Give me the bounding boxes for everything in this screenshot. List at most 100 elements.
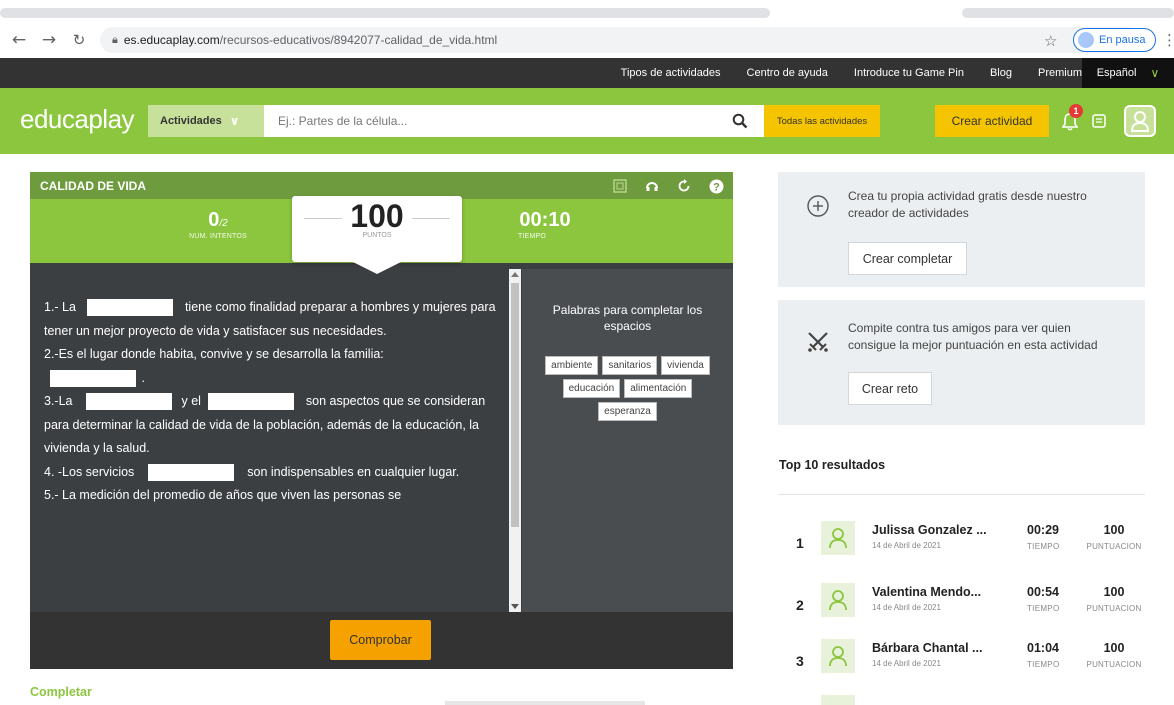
create-challenge-button[interactable]: Crear reto (848, 372, 932, 405)
browser-menu-icon[interactable]: ⋮ (1162, 31, 1174, 49)
plus-circle-icon (806, 194, 830, 218)
back-arrow-icon[interactable]: ← (8, 30, 30, 50)
browser-toolbar: ← → ↻ 🔒︎ es.educaplay.com/recursos-educa… (0, 22, 1174, 58)
create-activity-button[interactable]: Crear actividad (935, 105, 1049, 137)
blank-input-1[interactable] (87, 299, 174, 317)
result-avatar (821, 521, 855, 555)
result-score: 100 (1103, 641, 1125, 655)
bookmark-star-icon[interactable]: ☆ (1044, 32, 1057, 50)
restart-icon[interactable] (675, 177, 693, 195)
tab-strip-bar (962, 8, 1174, 18)
help-icon[interactable]: ? (707, 177, 725, 195)
top-link-tipos[interactable]: Tipos de actividades (621, 67, 721, 79)
user-icon (829, 646, 847, 667)
sound-icon[interactable] (643, 177, 661, 195)
language-label: Español (1096, 67, 1137, 79)
result-avatar (821, 583, 855, 617)
points-divider (412, 218, 450, 219)
browser-tab-strip (0, 0, 1174, 22)
word-chip[interactable]: esperanza (598, 402, 657, 421)
result-row[interactable]: 1 Julissa Gonzalez ... 14 de Abril de 20… (778, 519, 1145, 567)
attempts-max: /2 (219, 218, 228, 229)
result-score-label: PUNTUACION (1086, 660, 1142, 669)
scroll-down-arrow-icon[interactable] (511, 604, 519, 609)
top-link-premium[interactable]: Premium (1038, 67, 1082, 79)
all-activities-label: Todas las actividades (776, 115, 868, 127)
top-link-blog[interactable]: Blog (990, 67, 1012, 79)
q4-text-a: 4. -Los servicios (44, 464, 135, 479)
result-score: 100 (1103, 523, 1125, 537)
top-links: Tipos de actividades Centro de ayuda Int… (621, 58, 1082, 88)
time-value: 00:10 (519, 209, 571, 231)
reload-icon[interactable]: ↻ (68, 31, 90, 49)
q3-text-a: 3.-La (44, 394, 73, 408)
word-chip[interactable]: vivienda (661, 356, 710, 375)
svg-text:?: ? (713, 181, 720, 193)
question-scrollbar[interactable] (509, 269, 521, 612)
points-divider (304, 218, 342, 219)
word-chip[interactable]: sanitarios (602, 356, 658, 375)
points-card: 100 PUNTOS (292, 196, 462, 262)
points-label: PUNTOS (362, 232, 392, 239)
top-link-game-pin[interactable]: Introduce tu Game Pin (854, 67, 964, 79)
user-avatar[interactable] (1124, 105, 1156, 137)
top-results-title: Top 10 resultados (779, 458, 886, 472)
blank-input-5[interactable] (147, 463, 234, 481)
word-chip[interactable]: alimentación (624, 379, 693, 398)
word-chip[interactable]: educación (562, 379, 621, 398)
activity-type-label[interactable]: Completar (30, 685, 92, 699)
profile-button[interactable]: En pausa (1073, 28, 1157, 52)
scroll-up-arrow-icon[interactable] (511, 272, 519, 277)
blank-input-3[interactable] (85, 393, 172, 411)
profile-avatar-icon (1078, 32, 1094, 48)
site-top-bar: Tipos de actividades Centro de ayuda Int… (0, 58, 1174, 88)
result-rank: 2 (796, 597, 804, 613)
educaplay-logo[interactable]: educaplay (20, 104, 135, 135)
result-name: Valentina Mendo... (872, 585, 982, 599)
search-input[interactable]: Ej.: Partes de la célula... (264, 105, 764, 137)
logo-text-left: educa (20, 104, 89, 134)
activity-footer: Comprobar (30, 612, 733, 669)
result-row[interactable]: 3 Bárbara Chantal ... 14 de Abril de 202… (778, 637, 1145, 685)
q2-text-a: 2.-Es el lugar donde habita, convive y s… (44, 347, 384, 361)
scrollbar-thumb[interactable] (511, 283, 519, 527)
url-host: es.educaplay.com (123, 33, 220, 47)
blank-input-4[interactable] (208, 393, 295, 411)
bottom-divider (445, 701, 645, 705)
search-icon[interactable] (726, 107, 754, 135)
challenge-card-text: Compite contra tus amigos para ver quien… (848, 321, 1098, 352)
user-icon (829, 528, 847, 549)
result-rank: 1 (796, 535, 804, 551)
address-bar[interactable]: 🔒︎ es.educaplay.com/recursos-educativos/… (100, 27, 1140, 53)
activities-dropdown[interactable]: Actividades ∨ (148, 105, 264, 137)
forward-arrow-icon[interactable]: → (38, 30, 60, 50)
create-activity-card: Crea tu propia actividad gratis desde nu… (778, 172, 1145, 287)
notification-badge: 1 (1069, 104, 1083, 118)
top-link-ayuda[interactable]: Centro de ayuda (747, 67, 828, 79)
url-path: /recursos-educativos/8942077-calidad_de_… (219, 33, 498, 47)
create-complete-button[interactable]: Crear completar (848, 242, 967, 275)
attempts-label: NUM. INTENTOS (189, 233, 247, 240)
top-results-divider (778, 494, 1145, 495)
result-time-label: TIEMPO (1027, 542, 1060, 551)
lock-icon: 🔒︎ (112, 33, 118, 46)
check-button[interactable]: Comprobar (330, 620, 431, 660)
activity-panel: CALIDAD DE VIDA ? 0/2 NUM. INTENTOS 00:1… (30, 172, 733, 669)
result-avatar (821, 639, 855, 673)
q3-text-b: y el (181, 394, 201, 408)
points-pointer (353, 262, 401, 274)
result-row[interactable]: 2 Valentina Mendo... 14 de Abril de 2021… (778, 581, 1145, 629)
fullscreen-icon[interactable] (611, 177, 629, 195)
result-date: 14 de Abril de 2021 (872, 659, 941, 668)
question-text: 1.- La tiene como finalidad preparar a h… (44, 296, 506, 508)
language-selector[interactable]: Español ∨ (1082, 58, 1174, 88)
create-card-text: Crea tu propia actividad gratis desde nu… (848, 189, 1087, 220)
word-chip[interactable]: ambiente (545, 356, 599, 375)
activity-toolbar: ? (611, 177, 725, 195)
result-score: 100 (1103, 585, 1125, 599)
blank-input-2[interactable] (50, 369, 136, 387)
result-date: 14 de Abril de 2021 (872, 541, 941, 550)
activities-label: Actividades (160, 115, 222, 127)
notes-icon[interactable] (1092, 114, 1106, 128)
all-activities-button[interactable]: Todas las actividades (764, 105, 880, 137)
